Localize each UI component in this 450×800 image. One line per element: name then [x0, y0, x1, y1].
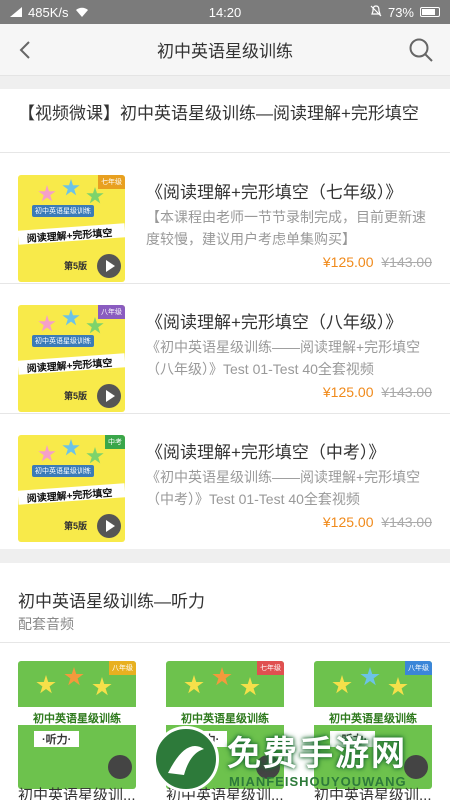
cover-grade-tag: 七年级 — [257, 661, 284, 675]
course-description: 【本课程由老师一节节录制完成，目前更新速度较慢，建议用户考虑单集购买】 — [146, 209, 426, 247]
star-decoration — [36, 675, 56, 694]
play-icon — [97, 514, 121, 538]
cover-volume: 第5版 — [64, 261, 88, 271]
back-icon[interactable] — [14, 38, 38, 62]
star-decoration — [360, 667, 380, 686]
divider — [0, 642, 450, 643]
status-right: 73% — [290, 5, 440, 20]
battery-percent: 73% — [387, 4, 414, 20]
cover-volume: 第5版 — [64, 391, 88, 401]
price-row: ¥125.00 ¥143.00 — [323, 254, 432, 270]
sim-signal-icon — [10, 5, 22, 20]
star-decoration — [86, 187, 104, 204]
status-left: 485K/s — [10, 5, 160, 20]
cover-title: 初中英语星级训练 — [33, 713, 121, 725]
status-time: 14:20 — [208, 4, 242, 20]
star-decoration — [332, 675, 352, 694]
course-cover: 八年级 初中英语星级训练 阅读理解+完形填空 第5版 — [18, 305, 125, 412]
star-decoration — [62, 179, 80, 196]
current-price: ¥125.00 — [322, 254, 374, 270]
star-decoration — [92, 677, 112, 696]
star-decoration — [86, 317, 104, 334]
cover-grade-tag: 八年级 — [109, 661, 136, 675]
cover-main-title: 阅读理解+完形填空 — [26, 488, 113, 505]
watermark-logo — [153, 726, 219, 792]
network-speed: 485K/s — [28, 4, 69, 20]
cover-main-title: 阅读理解+完形填空 — [26, 358, 113, 375]
course-title: 《阅读理解+完形填空（八年级）》 — [146, 313, 403, 332]
star-decoration — [64, 667, 84, 686]
watermark-subtext: MIANFEISHOUYOUWANG — [229, 774, 407, 789]
course-cover: 七年级 初中英语星级训练 阅读理解+完形填空 第5版 — [18, 175, 125, 282]
star-decoration — [38, 185, 56, 202]
star-decoration — [388, 677, 408, 696]
course-cover: 中考 初中英语星级训练 阅读理解+完形填空 第5版 — [18, 435, 125, 542]
headphones-icon — [108, 755, 132, 779]
star-decoration — [62, 439, 80, 456]
course-item[interactable]: 七年级 初中英语星级训练 阅读理解+完形填空 第5版 《阅读理解+完形填空（七年… — [0, 154, 450, 284]
cover-grade-tag: 八年级 — [98, 305, 125, 319]
cover-series: 初中英语星级训练 — [32, 205, 94, 217]
play-icon — [97, 384, 121, 408]
star-decoration — [62, 309, 80, 326]
star-decoration — [212, 667, 232, 686]
course-title: 《阅读理解+完形填空（中考）》 — [146, 443, 386, 462]
price-row: ¥125.00 ¥143.00 — [323, 514, 432, 530]
star-decoration — [38, 315, 56, 332]
watermark: 免费手游网 MIANFEISHOUYOUWANG — [153, 722, 443, 796]
status-bar: 485K/s 14:20 73% — [0, 0, 450, 24]
video-course-section: 【视频微课】初中英语星级训练—阅读理解+完形填空 七年级 初中英语星级训练 阅读… — [0, 89, 450, 549]
audio-card[interactable]: 八年级 初中英语星级训练 ·听力· — [18, 661, 136, 789]
section-heading: 【视频微课】初中英语星级训练—阅读理解+完形填空 — [0, 89, 450, 153]
course-item[interactable]: 中考 初中英语星级训练 阅读理解+完形填空 第5版 《阅读理解+完形填空（中考）… — [0, 414, 450, 544]
cover-grade-tag: 八年级 — [405, 661, 432, 675]
cover-grade-tag: 七年级 — [98, 175, 125, 189]
search-icon[interactable] — [408, 37, 434, 63]
mute-bell-icon — [370, 4, 382, 20]
section-subtitle: 配套音频 — [18, 616, 74, 632]
section-title: 初中英语星级训练—听力 — [18, 592, 205, 611]
current-price: ¥125.00 — [322, 514, 374, 530]
star-decoration — [86, 447, 104, 464]
cover-series: 初中英语星级训练 — [32, 465, 94, 477]
star-decoration — [184, 675, 204, 694]
cover-listen-label: ·听力· — [34, 731, 80, 747]
course-description: 《初中英语星级训练——阅读理解+完形填空（八年级）》Test 01-Test 4… — [146, 339, 421, 377]
wifi-icon — [74, 5, 90, 20]
current-price: ¥125.00 — [322, 384, 374, 400]
course-item[interactable]: 八年级 初中英语星级训练 阅读理解+完形填空 第5版 《阅读理解+完形填空（八年… — [0, 284, 450, 414]
original-price: ¥143.00 — [381, 514, 432, 530]
play-icon — [97, 254, 121, 278]
cover-series: 初中英语星级训练 — [32, 335, 94, 347]
price-row: ¥125.00 ¥143.00 — [323, 384, 432, 400]
audio-caption: 初中英语星级训... — [18, 787, 136, 800]
page-title: 初中英语星级训练 — [157, 42, 293, 61]
cover-grade-tag: 中考 — [105, 435, 125, 449]
original-price: ¥143.00 — [381, 384, 432, 400]
watermark-text: 免费手游网 — [227, 735, 407, 773]
cover-main-title: 阅读理解+完形填空 — [26, 228, 113, 245]
course-description: 《初中英语星级训练——阅读理解+完形填空（中考）》Test 01-Test 40… — [146, 469, 421, 507]
nav-bar: 初中英语星级训练 — [0, 24, 450, 76]
course-title: 《阅读理解+完形填空（七年级）》 — [146, 183, 403, 202]
battery-icon — [420, 7, 440, 17]
star-decoration — [240, 677, 260, 696]
star-decoration — [38, 445, 56, 462]
original-price: ¥143.00 — [381, 254, 432, 270]
cover-volume: 第5版 — [64, 521, 88, 531]
